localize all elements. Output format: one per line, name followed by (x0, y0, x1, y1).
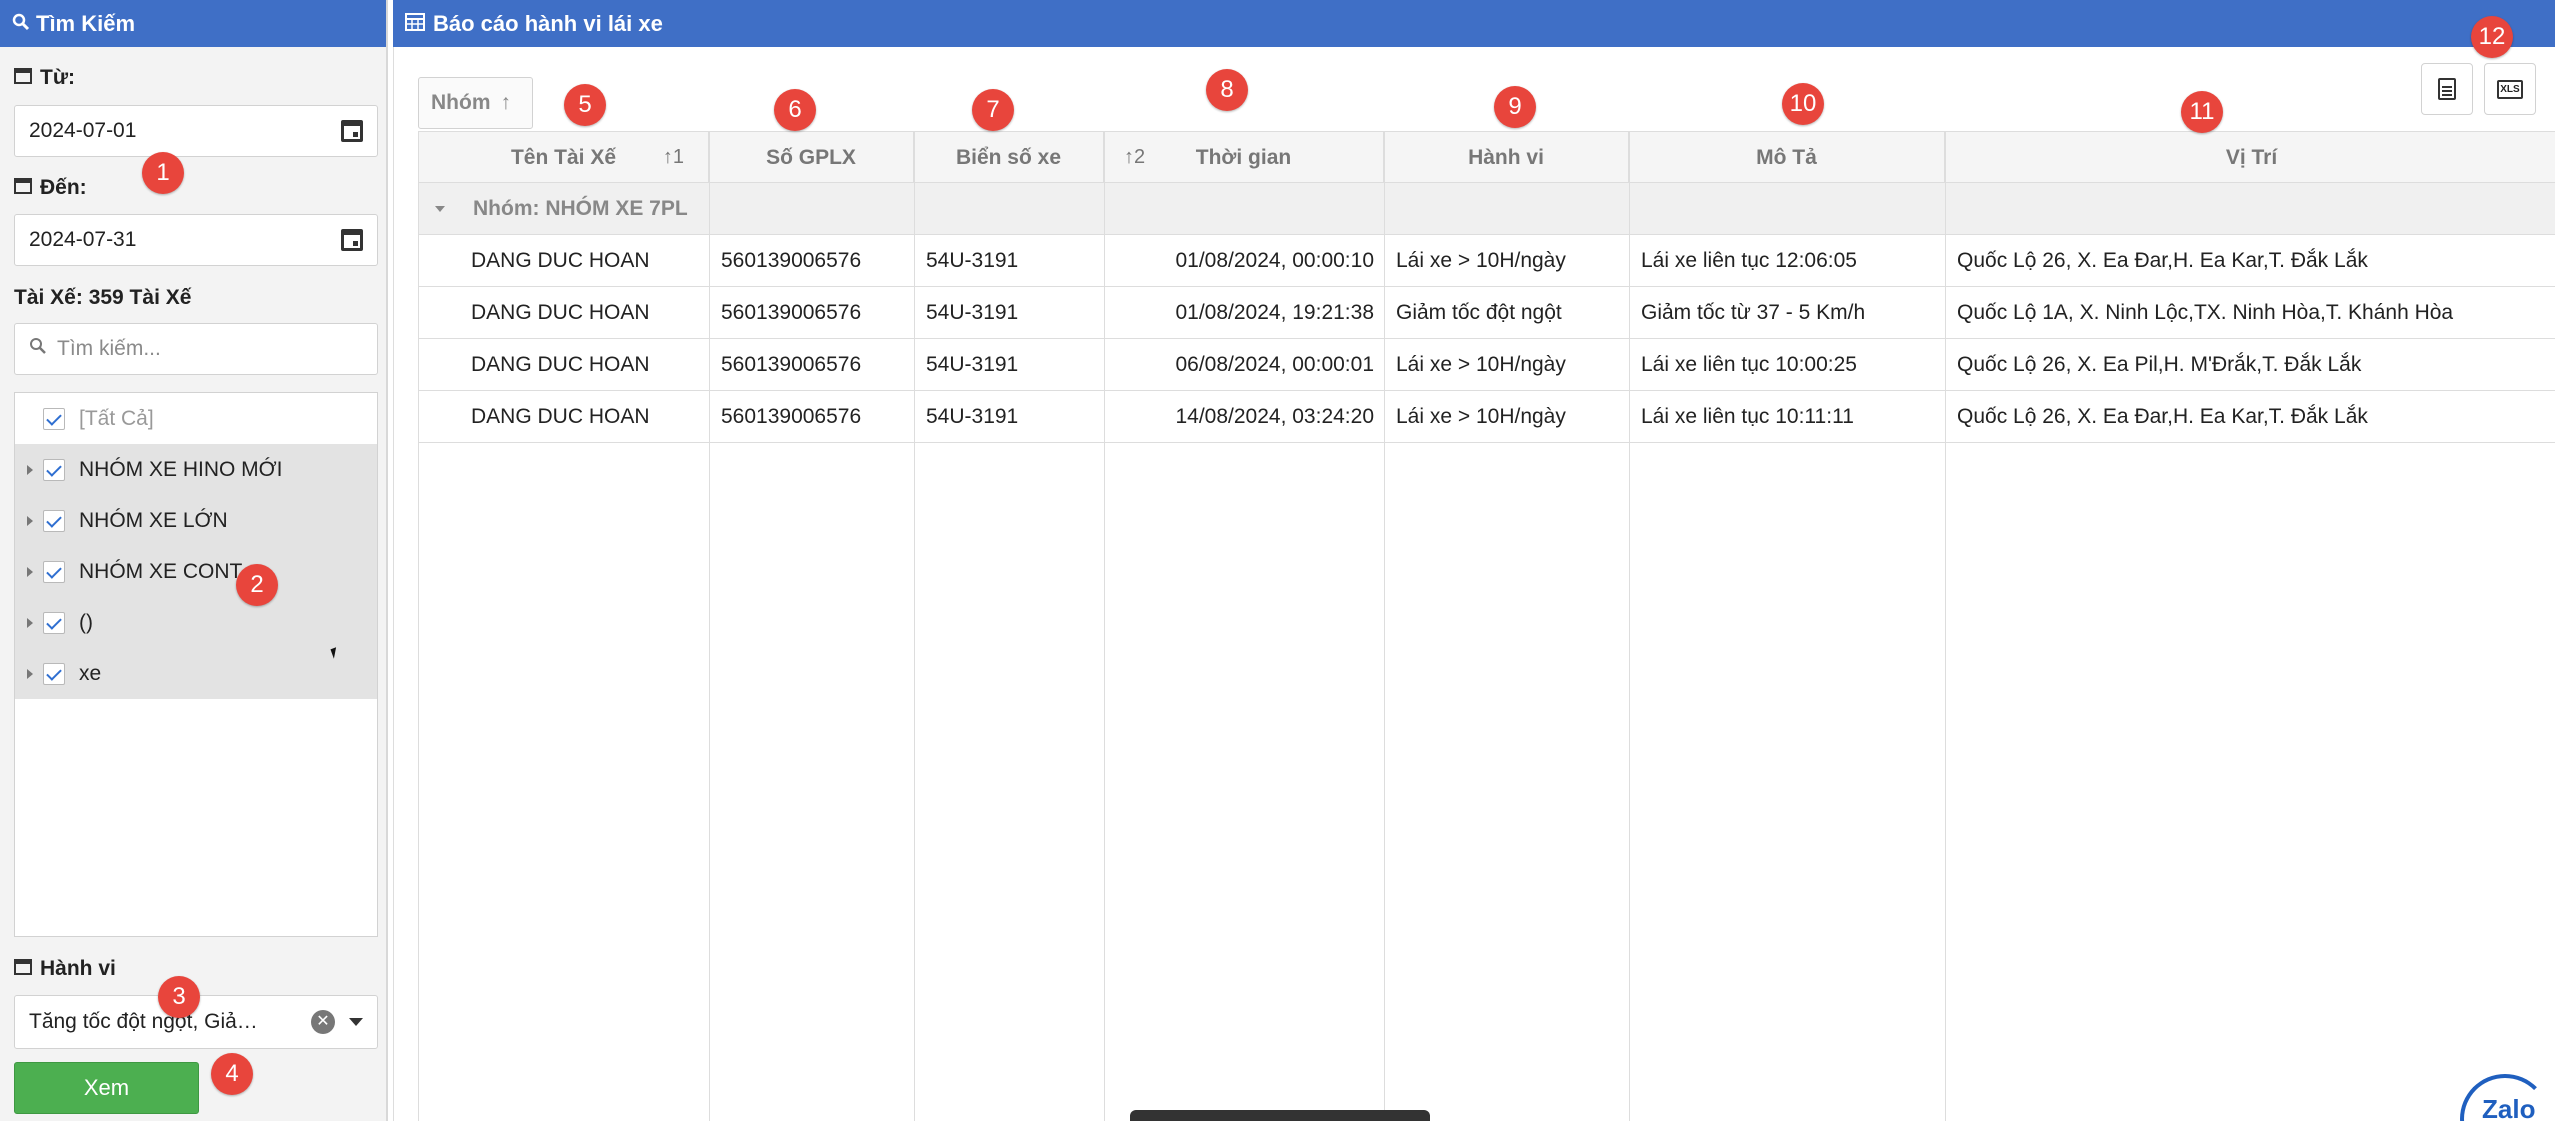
tree-item-all[interactable]: [Tất Cả] (15, 393, 377, 444)
export-xlsx-icon: XLS (2497, 79, 2523, 99)
driver-group-tree: [Tất Cả] NHÓM XE HINO MỚI NHÓM XE LỚN NH… (14, 392, 378, 937)
calendar-icon (14, 176, 32, 200)
sort-icon: ↑ (500, 91, 512, 114)
expand-icon[interactable] (27, 464, 33, 475)
annotation-badge: 8 (1206, 69, 1248, 111)
search-panel-header: Tìm Kiếm (0, 0, 386, 47)
annotation-badge: 3 (158, 976, 200, 1018)
tree-item-group[interactable]: NHÓM XE HINO MỚI (15, 444, 377, 495)
checkbox-icon[interactable] (43, 509, 65, 532)
driver-count-label: Tài Xế: 359 Tài Xế (14, 286, 192, 309)
checkbox-icon[interactable] (43, 611, 65, 634)
col-description[interactable]: Mô Tả (1629, 132, 1945, 183)
annotation-badge: 7 (972, 89, 1014, 131)
column-divider (709, 131, 710, 1121)
grid-header: Tên Tài Xế ↑1 Số GPLX Biển số xe ↑2 Thời… (419, 131, 2555, 183)
annotation-badge: 4 (211, 1053, 253, 1095)
annotation-badge: 12 (2471, 16, 2513, 58)
from-label: Từ: (14, 66, 75, 90)
col-behavior[interactable]: Hành vi (1384, 132, 1629, 183)
column-divider (1945, 131, 1946, 1121)
annotation-badge: 10 (1782, 83, 1824, 125)
col-driver-name[interactable]: Tên Tài Xế ↑1 (419, 132, 709, 183)
export-xlsx-button[interactable]: XLS (2484, 63, 2536, 115)
tree-item-group[interactable]: NHÓM XE LỚN (15, 495, 377, 546)
search-panel: Tìm Kiếm Từ: 2024-07-01 Đến: 2024-07-31 … (0, 0, 388, 1121)
annotation-badge: 11 (2181, 91, 2223, 133)
checkbox-icon[interactable] (43, 458, 65, 481)
annotation-badge: 6 (774, 89, 816, 131)
group-panel: Nhóm ↑ (418, 63, 2555, 129)
report-main: Nhóm ↑ XLS Tên Tài Xế ↑1 Số GPLX Biển số… (393, 47, 2555, 1121)
table-row[interactable]: DANG DUC HOAN 560139006576 54U-3191 06/0… (419, 339, 2555, 391)
driver-search-input[interactable]: Tìm kiếm... (14, 323, 378, 375)
expand-icon[interactable] (27, 515, 33, 526)
table-row[interactable]: DANG DUC HOAN 560139006576 54U-3191 01/0… (419, 287, 2555, 339)
column-divider (914, 131, 915, 1121)
calendar-icon (14, 66, 32, 90)
date-picker-icon[interactable] (341, 229, 363, 251)
expand-icon[interactable] (27, 617, 33, 628)
annotation-badge: 9 (1494, 86, 1536, 128)
to-date-input[interactable]: 2024-07-31 (14, 214, 378, 266)
tree-item-group[interactable]: xe (15, 648, 377, 699)
annotation-badge: 2 (236, 564, 278, 606)
annotation-badge: 1 (142, 152, 184, 194)
report-grid: Tên Tài Xế ↑1 Số GPLX Biển số xe ↑2 Thời… (418, 131, 2555, 1121)
col-location[interactable]: Vị Trí (1945, 132, 2555, 183)
column-divider (1384, 131, 1385, 1121)
col-plate[interactable]: Biển số xe (914, 132, 1104, 183)
from-date-input[interactable]: 2024-07-01 (14, 105, 378, 157)
column-divider (1104, 131, 1105, 1121)
sort-icon: ↑1 (662, 146, 684, 168)
export-pdf-icon (2438, 78, 2456, 100)
view-button[interactable]: Xem (14, 1062, 199, 1114)
export-pdf-button[interactable] (2421, 63, 2473, 115)
sort-icon: ↑2 (1124, 146, 1146, 168)
tree-item-group[interactable]: NHÓM XE CONT (15, 546, 377, 597)
report-header: Báo cáo hành vi lái xe (393, 0, 2555, 47)
checkbox-icon[interactable] (43, 560, 65, 583)
bottom-toolbar (1130, 1110, 1430, 1121)
expand-icon[interactable] (27, 668, 33, 679)
search-icon (12, 11, 30, 37)
expand-icon[interactable] (27, 566, 33, 577)
tree-item-group[interactable]: () (15, 597, 377, 648)
table-icon (405, 11, 425, 37)
behavior-label: Hành vi (14, 957, 116, 981)
checkbox-icon[interactable] (43, 662, 65, 685)
annotation-badge: 5 (564, 84, 606, 126)
column-divider (1629, 131, 1630, 1121)
collapse-icon[interactable] (435, 205, 445, 212)
dropdown-icon[interactable] (349, 1018, 363, 1026)
report-title: Báo cáo hành vi lái xe (433, 10, 663, 36)
group-chip-nhom[interactable]: Nhóm ↑ (418, 77, 533, 129)
checkbox-icon[interactable] (43, 407, 65, 430)
table-row[interactable]: DANG DUC HOAN 560139006576 54U-3191 01/0… (419, 235, 2555, 287)
search-icon (29, 337, 47, 361)
group-row[interactable]: Nhóm: NHÓM XE 7PL (419, 183, 2555, 235)
table-row[interactable]: DANG DUC HOAN 560139006576 54U-3191 14/0… (419, 391, 2555, 443)
col-license[interactable]: Số GPLX (709, 132, 914, 183)
to-label: Đến: (14, 176, 87, 200)
calendar-icon (14, 957, 32, 981)
search-panel-title: Tìm Kiếm (36, 10, 136, 36)
clear-icon[interactable]: ✕ (311, 1010, 335, 1034)
col-time[interactable]: ↑2 Thời gian (1104, 132, 1384, 183)
date-picker-icon[interactable] (341, 120, 363, 142)
zalo-watermark: Zalo (2460, 1070, 2555, 1121)
